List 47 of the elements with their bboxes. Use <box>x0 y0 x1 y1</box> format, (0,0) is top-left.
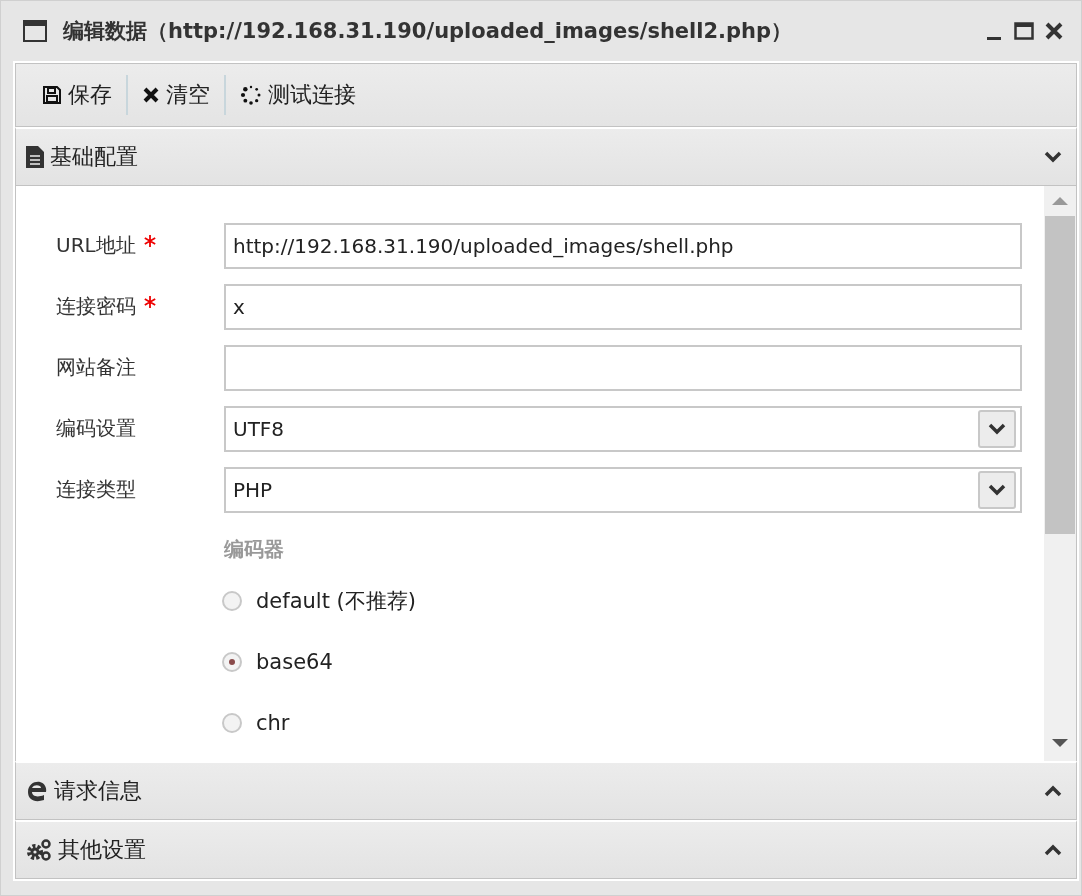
input-field[interactable] <box>224 345 1022 391</box>
select-field[interactable]: UTF8 <box>224 406 1022 452</box>
radio-label: chr <box>256 711 290 735</box>
section-header[interactable]: 其他设置 <box>15 820 1077 879</box>
chevron-down-icon <box>988 484 1006 496</box>
section-header[interactable]: 请求信息 <box>15 761 1077 820</box>
toolbar-button[interactable]: 清空 <box>128 74 224 116</box>
toolbar-button[interactable]: 保存 <box>28 74 126 116</box>
save-icon <box>42 85 62 105</box>
chevron-up-icon <box>1044 785 1062 797</box>
radio-button[interactable] <box>222 652 242 672</box>
close-icon <box>142 86 160 104</box>
minimize-icon <box>987 36 1001 40</box>
chevron-up-icon <box>1044 844 1062 856</box>
toolbar-button[interactable]: 测试连接 <box>226 74 370 116</box>
maximize-icon <box>1014 22 1034 40</box>
spinner-icon <box>240 84 262 106</box>
radio-button[interactable] <box>222 713 242 733</box>
field-label: URL地址 <box>56 223 224 259</box>
chevron-down-icon <box>1044 151 1062 163</box>
scrollbar[interactable] <box>1044 186 1076 761</box>
input-field[interactable]: x <box>224 284 1022 330</box>
radio-label: base64 <box>256 650 333 674</box>
section-header[interactable]: 基础配置 <box>15 127 1077 186</box>
close-icon <box>1044 21 1064 41</box>
select-field[interactable]: PHP <box>224 467 1022 513</box>
gears-icon <box>26 839 52 861</box>
input-field[interactable]: http://192.168.31.190/uploaded_images/shell.php <box>224 223 1022 269</box>
radio-label: default (不推荐) <box>256 588 416 615</box>
document-icon <box>26 146 44 168</box>
section-title: 其他设置 <box>58 836 147 864</box>
encoder-heading: 编码器 <box>224 536 285 563</box>
field-label: 编码设置 <box>56 415 137 442</box>
browser-e-icon <box>26 780 48 802</box>
radio-button[interactable] <box>222 591 242 611</box>
dropdown-button[interactable] <box>978 471 1016 509</box>
field-label: 网站备注 <box>56 354 137 381</box>
scroll-down-icon[interactable] <box>1052 739 1068 749</box>
dropdown-button[interactable] <box>978 410 1016 448</box>
window-icon <box>23 20 47 42</box>
scrollbar-thumb[interactable] <box>1045 216 1075 534</box>
chevron-down-icon <box>988 423 1006 435</box>
section-title: 请求信息 <box>54 777 143 805</box>
field-label: 连接密码 <box>56 284 224 320</box>
window-title: 编辑数据（http://192.168.31.190/uploaded_images/shell2.php） <box>63 18 794 45</box>
field-label: 连接类型 <box>56 476 137 503</box>
section-title: 基础配置 <box>50 143 139 171</box>
